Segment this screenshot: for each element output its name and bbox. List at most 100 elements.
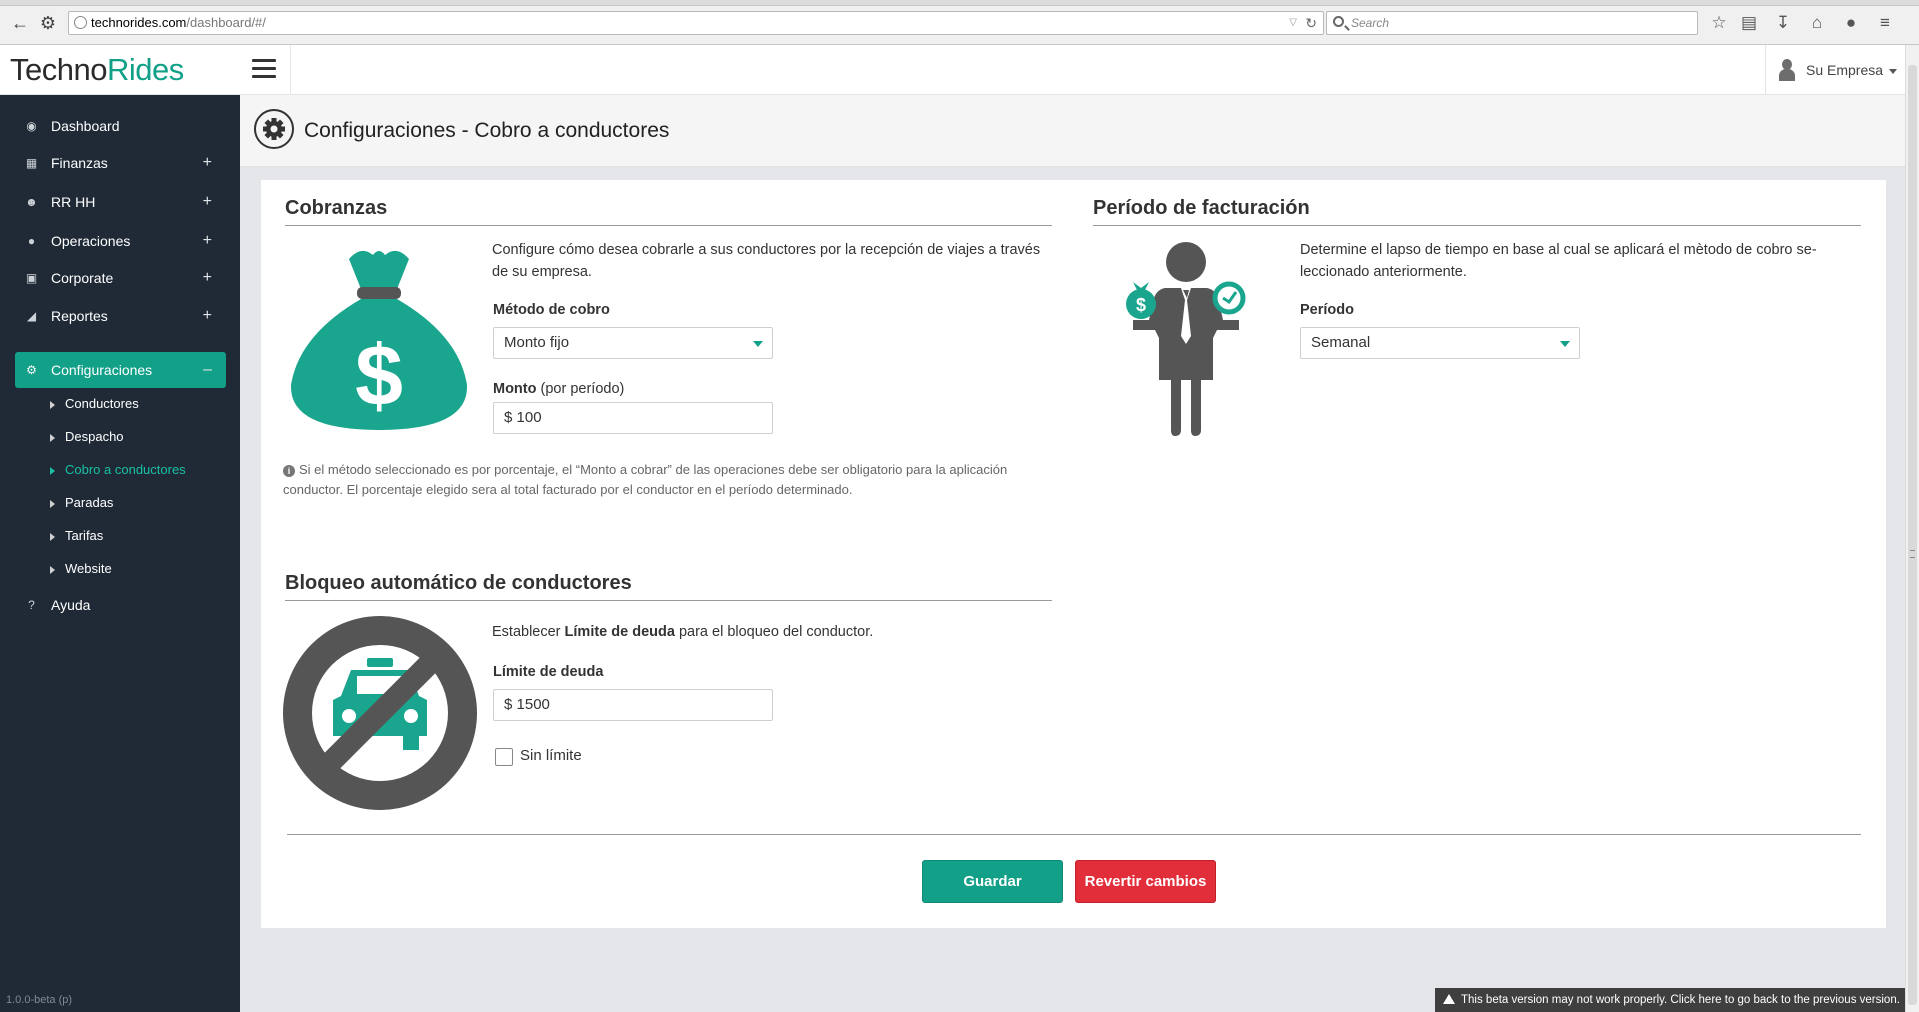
section-title-facturacion: Período de facturación [1093,197,1310,219]
info-icon: i [283,465,295,477]
version-label: 1.0.0-beta (p) [6,994,73,1006]
section-title-bloqueo: Bloqueo automático de conductores [285,572,632,594]
sidebar-subitem-tarifas[interactable]: Tarifas [50,521,103,551]
sin-limite-label[interactable]: Sin límite [520,747,582,764]
sidebar-subitem-label: Website [65,561,112,576]
expand-icon: + [202,269,212,286]
section-divider [285,600,1052,601]
page-scrollbar[interactable] [1905,45,1919,1012]
sidebar-item-label: Ayuda [51,597,91,613]
scrollbar-thumb[interactable] [1908,65,1917,1005]
reading-list-icon[interactable]: ▤ [1738,12,1760,34]
bloqueo-desc-bold: Límite de deuda [564,624,675,640]
caret-right-icon [50,400,55,409]
menu-icon[interactable]: ≡ [1874,12,1896,34]
svg-text:$: $ [355,328,403,424]
browser-tab-strip [0,0,1919,6]
sidebar-item-operaciones[interactable]: ● Operaciones + [15,223,226,259]
metodo-cobro-label: Método de cobro [493,302,610,318]
home-icon[interactable]: ⌂ [1806,12,1828,34]
user-name: Su Empresa [1806,62,1884,78]
caret-right-icon [50,499,55,508]
caret-right-icon [50,532,55,541]
businessman-balance-icon: $ [1126,242,1246,436]
sidebar-item-corporate[interactable]: ▣ Corporate + [15,260,226,296]
users-icon: ☻ [25,195,38,209]
header-divider [290,45,291,95]
sidebar-subitem-paradas[interactable]: Paradas [50,488,113,518]
monto-label-text: Monto [493,381,537,397]
metodo-cobro-select[interactable]: Monto fijo [493,327,773,359]
question-icon: ? [28,598,35,612]
periodo-select[interactable]: Semanal [1300,327,1580,359]
url-dropdown-icon[interactable]: ▽ [1289,12,1297,34]
search-icon [1333,16,1344,27]
cobranzas-description: Configure cómo desea cobrarle a sus cond… [492,242,1041,280]
sidebar-subitem-cobro-a-conductores[interactable]: Cobro a conductores [50,455,186,485]
sidebar-item-label: Corporate [51,270,114,286]
download-icon[interactable]: ↧ [1772,12,1794,34]
svg-text:$: $ [1136,295,1146,315]
save-button[interactable]: Guardar [922,860,1063,903]
sidebar-subitem-conductores[interactable]: Conductores [50,389,139,419]
sidebar-item-rrhh[interactable]: ☻ RR HH + [15,184,226,220]
back-arrow-icon[interactable]: ← [6,10,34,36]
sidebar-item-label: Dashboard [51,118,120,134]
briefcase-icon: ▣ [25,271,38,285]
sidebar-subitem-despacho[interactable]: Despacho [50,422,124,452]
sin-limite-checkbox[interactable] [495,748,513,766]
no-taxi-icon [283,616,477,810]
bloqueo-description: Establecer Límite de deuda para el bloqu… [492,621,873,643]
map-marker-icon: ● [27,234,36,248]
caret-right-icon [50,466,55,475]
gear-icon: ⚙ [26,363,37,377]
sidebar-subitem-website[interactable]: Website [50,554,112,584]
sidebar-subitem-label: Conductores [65,396,139,411]
sidebar: ◉ Dashboard ▦ Finanzas + ☻ RR HH + ● Ope… [0,95,240,1012]
money-bag-icon: $ [290,250,468,430]
sidebar-item-label: Finanzas [51,155,108,171]
sidebar-item-finanzas[interactable]: ▦ Finanzas + [15,145,226,181]
bookmark-star-icon[interactable]: ☆ [1708,12,1730,34]
caret-down-icon [1889,68,1898,74]
expand-icon: + [202,307,212,324]
user-avatar-icon [1778,59,1796,81]
app-header: TechnoRides Su Empresa [0,45,1905,95]
search-placeholder: Search [1351,16,1390,30]
facturacion-description: Determine el lapso de tiempo en base al … [1300,242,1817,280]
sidebar-item-ayuda[interactable]: ? Ayuda [15,587,226,623]
sidebar-item-configuraciones[interactable]: ⚙ Configuraciones – [15,352,226,388]
limite-deuda-input[interactable]: $ 1500 [493,689,773,721]
revert-button[interactable]: Revertir cambios [1075,860,1216,903]
beta-banner[interactable]: This beta version may not work properly.… [1435,988,1905,1012]
logo-rides: Rides [106,52,184,87]
logo-techno: Techno [10,52,107,87]
chevron-down-icon [753,341,763,347]
hamburger-menu-icon[interactable] [252,59,276,81]
monto-label-suffix: (por período) [540,381,625,397]
logo[interactable]: TechnoRides [10,45,240,95]
section-divider [285,225,1052,226]
user-menu[interactable]: Su Empresa [1765,45,1905,95]
monto-input[interactable]: $ 100 [493,402,773,434]
browser-search-input[interactable]: Search [1326,11,1698,35]
beta-banner-text: This beta version may not work properly.… [1461,994,1900,1006]
monto-label: Monto (por período) [493,381,624,397]
sidebar-item-dashboard[interactable]: ◉ Dashboard [15,108,226,144]
sidebar-item-reportes[interactable]: ◢ Reportes + [15,298,226,334]
settings-panel: Cobranzas $ Configure cómo desea cobrarl… [261,180,1886,928]
scrollbar-grip-icon [1910,550,1915,558]
expand-icon: + [202,193,212,210]
cobranzas-note: i Si el método seleccionado es por porcen… [283,460,1058,500]
chat-icon[interactable]: ● [1840,12,1862,34]
collapse-icon: – [203,361,212,378]
globe-icon [74,16,87,29]
url-path: /dashboard/#/ [186,15,266,30]
url-bar[interactable]: technorides.com/dashboard/#/ ▽ ↻ [68,11,1324,35]
limite-deuda-label: Límite de deuda [493,664,604,680]
expand-icon: + [202,154,212,171]
reload-icon[interactable]: ↻ [1305,12,1317,34]
warning-icon [1443,994,1455,1004]
gear-icon [254,109,294,149]
site-identity-icon[interactable]: ⚙ [34,10,62,36]
